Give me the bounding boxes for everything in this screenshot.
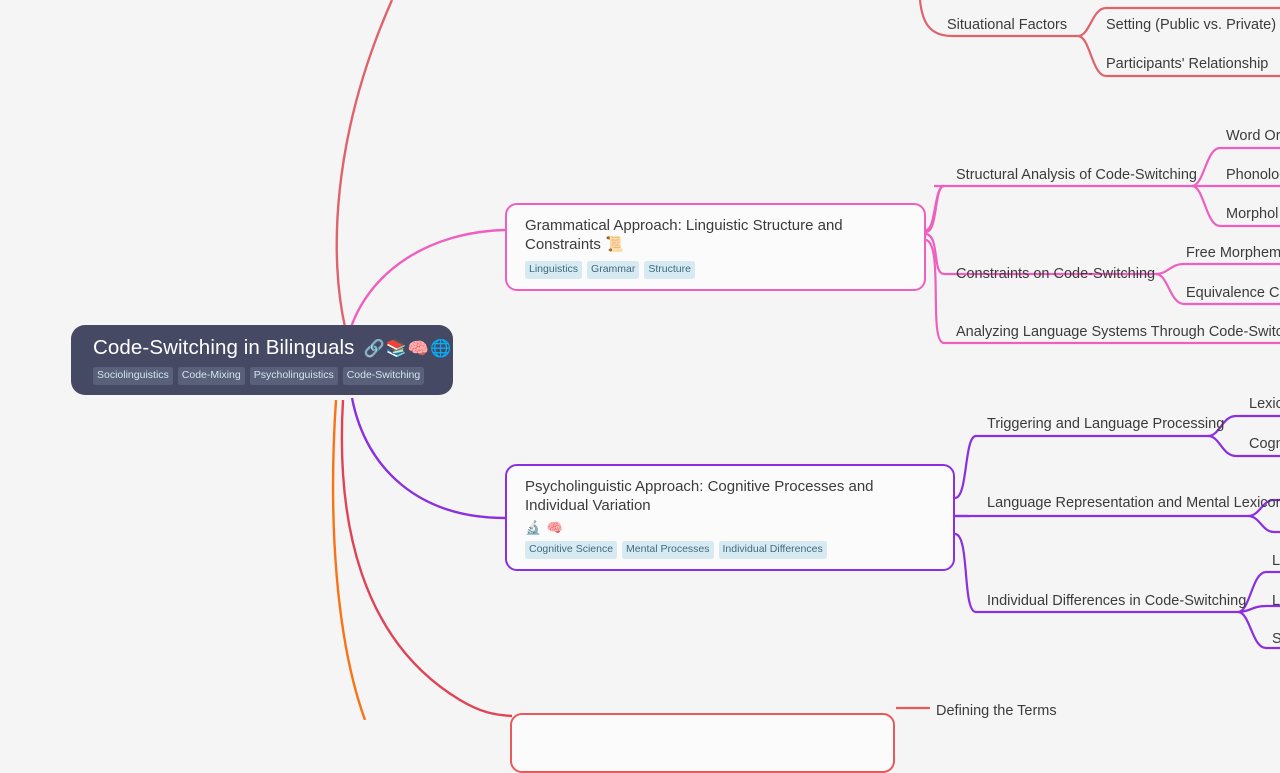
node-tag[interactable]: Linguistics: [525, 261, 583, 279]
edge-root-to-orange-branch: [331, 399, 367, 720]
globe-icon: 🌐: [429, 338, 452, 358]
root-node[interactable]: Code-Switching in Bilinguals 🔗 📚 🧠 🌐 Soc…: [71, 325, 453, 395]
leaf-triggering-and-language-processing[interactable]: Triggering and Language Processing: [987, 415, 1224, 433]
leaf-equivalence-constraint[interactable]: Equivalence Co: [1186, 284, 1280, 302]
root-tag[interactable]: Code-Mixing: [177, 367, 245, 385]
node-tag-list: Cognitive Science Mental Processes Indiv…: [525, 541, 937, 559]
edge-root-to-definitions: [340, 399, 513, 718]
edge-root-to-psycholinguistic: [350, 397, 506, 520]
leaf-defining-the-terms[interactable]: Defining the Terms: [936, 702, 1057, 720]
node-definitions-card[interactable]: [510, 713, 895, 773]
leaf-morphology[interactable]: Morphol: [1226, 205, 1278, 223]
root-title-row: Code-Switching in Bilinguals 🔗 📚 🧠 🌐: [93, 336, 451, 360]
node-tag[interactable]: Structure: [644, 261, 695, 279]
edge-grammar-card-out: [925, 184, 945, 232]
leaf-language-representation-mental-lexicon[interactable]: Language Representation and Mental Lexic…: [987, 494, 1280, 512]
microscope-icon: 🔬: [525, 520, 543, 535]
node-icon-group: 🔬 🧠: [525, 521, 937, 534]
leaf-lexical-trigger[interactable]: Lexic: [1249, 395, 1280, 413]
leaf-participants-relationship[interactable]: Participants' Relationship: [1106, 55, 1268, 73]
edge-psycho-spine-bottom: [954, 532, 977, 614]
leaf-structural-analysis[interactable]: Structural Analysis of Code-Switching: [956, 166, 1197, 184]
edge-langrep-branch-down: [1247, 514, 1280, 534]
node-tag-list: Linguistics Grammar Structure: [525, 261, 908, 279]
leaf-word-order[interactable]: Word Ord: [1226, 127, 1280, 145]
edge-psycho-spine-top: [954, 434, 977, 500]
node-tag[interactable]: Cognitive Science: [525, 541, 618, 559]
leaf-cognitive-trigger[interactable]: Cogn: [1249, 435, 1280, 453]
leaf-individual-child-1[interactable]: L: [1272, 552, 1280, 570]
root-tag[interactable]: Sociolinguistics: [93, 367, 173, 385]
books-icon: 📚: [385, 338, 407, 358]
edge-grammar-spine-top: [925, 184, 945, 234]
link-icon: 🔗: [363, 338, 385, 358]
root-tag-list: Sociolinguistics Code-Mixing Psycholingu…: [93, 367, 433, 385]
root-tag[interactable]: Code-Switching: [342, 367, 425, 385]
leaf-individual-child-2[interactable]: L: [1272, 592, 1280, 610]
edge-root-to-grammatical: [348, 228, 506, 331]
edge-psycho-spine-mid: [955, 514, 970, 518]
leaf-constraints-on-code-switching[interactable]: Constraints on Code-Switching: [956, 265, 1155, 283]
mindmap-canvas[interactable]: Code-Switching in Bilinguals 🔗 📚 🧠 🌐 Soc…: [0, 0, 1280, 773]
root-title: Code-Switching in Bilinguals: [93, 336, 355, 359]
leaf-individual-child-3[interactable]: S: [1272, 630, 1280, 648]
node-tag[interactable]: Mental Processes: [622, 541, 714, 559]
edge-root-to-sociolinguistic: [335, 0, 394, 328]
leaf-free-morpheme[interactable]: Free Morpheme: [1186, 244, 1280, 262]
node-psycholinguistic-approach[interactable]: Psycholinguistic Approach: Cognitive Pro…: [505, 464, 955, 571]
node-tag[interactable]: Grammar: [587, 261, 640, 279]
leaf-setting-public-vs-private[interactable]: Setting (Public vs. Private): [1106, 16, 1276, 34]
node-grammatical-approach[interactable]: Grammatical Approach: Linguistic Structu…: [505, 203, 926, 291]
leaf-situational-factors[interactable]: Situational Factors: [947, 16, 1067, 34]
edge-grammar-spine-mid: [925, 232, 945, 276]
leaf-individual-differences[interactable]: Individual Differences in Code-Switching: [987, 592, 1246, 610]
node-title: Grammatical Approach: Linguistic Structu…: [525, 217, 843, 253]
leaf-phonology[interactable]: Phonolog: [1226, 166, 1280, 184]
edge-constraints-to-freemorpheme: [1155, 262, 1280, 276]
root-tag[interactable]: Psycholinguistics: [249, 367, 338, 385]
brain-icon: 🧠: [407, 338, 429, 358]
brain-icon: 🧠: [546, 520, 564, 535]
node-title: Psycholinguistic Approach: Cognitive Pro…: [525, 478, 874, 514]
node-tag[interactable]: Individual Differences: [718, 541, 827, 559]
leaf-analyzing-language-systems[interactable]: Analyzing Language Systems Through Code-…: [956, 323, 1280, 341]
root-icon-group: 🔗 📚 🧠 🌐: [363, 340, 451, 357]
